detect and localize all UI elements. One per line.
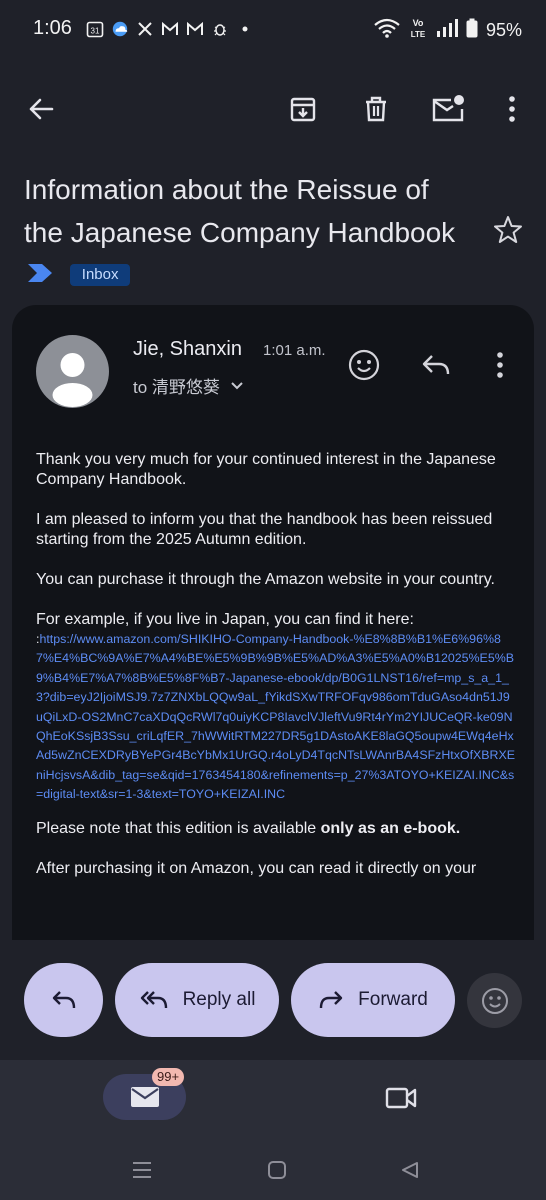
reply-icon <box>422 355 450 375</box>
forward-label: Forward <box>358 989 428 1010</box>
body-paragraph: I am pleased to inform you that the hand… <box>36 511 493 548</box>
forward-icon <box>319 991 343 1009</box>
status-time: 1:06 <box>33 17 72 39</box>
message-card: Jie, Shanxin 1:01 a.m. to 清野悠葵 Thank you… <box>12 305 534 940</box>
home-icon <box>268 1161 286 1179</box>
mark-unread-button[interactable] <box>424 85 472 133</box>
nav-meet-tab[interactable] <box>378 1078 424 1118</box>
gmail-icon <box>161 20 179 38</box>
emoji-icon <box>348 349 380 381</box>
recipient-text: to 清野悠葵 <box>133 378 220 397</box>
reply-pill-button[interactable] <box>24 963 103 1037</box>
message-more-button[interactable] <box>476 341 524 389</box>
archive-icon <box>290 97 316 122</box>
bottom-navigation: 99+ <box>0 1060 546 1140</box>
more-vert-icon <box>497 352 503 378</box>
star-icon <box>494 216 522 243</box>
calendar-icon: 31 <box>86 20 104 38</box>
body-paragraph: Please note that this edition is availab… <box>36 819 516 839</box>
body-paragraph: You can purchase it through the Amazon w… <box>36 571 495 588</box>
ebook-note-text: Please note that this edition is availab… <box>36 819 321 837</box>
sender-name[interactable]: Jie, Shanxin <box>133 338 242 361</box>
reply-actions: Reply all Forward <box>0 963 546 1037</box>
emoji-icon <box>481 987 508 1014</box>
battery-icon <box>466 18 478 43</box>
arrow-back-icon <box>29 98 54 120</box>
mark-unread-icon <box>432 95 464 122</box>
reply-all-label: Reply all <box>182 989 256 1010</box>
volte-icon: Vo LTE <box>408 17 428 44</box>
more-options-button[interactable] <box>488 85 536 133</box>
system-status-icons: Vo LTE 95% <box>374 17 522 44</box>
react-emoji-button[interactable] <box>467 973 522 1028</box>
ebook-note-bold: only as an e-book. <box>320 819 461 837</box>
inbox-label-chip[interactable]: Inbox <box>69 263 131 286</box>
email-subject-block: Information about the Reissue of the Jap… <box>24 168 464 299</box>
calendar-day: 31 <box>91 27 100 36</box>
body-paragraph: After purchasing it on Amazon, you can r… <box>36 859 477 877</box>
amazon-link-line: :https://www.amazon.com/SHIKIHO-Company-… <box>36 630 516 805</box>
forward-button[interactable]: Forward <box>291 963 455 1037</box>
system-back-button[interactable] <box>394 1154 426 1186</box>
message-time: 1:01 a.m. <box>263 342 326 359</box>
body-paragraph: For example, if you live in Japan, you c… <box>36 611 414 628</box>
sender-avatar[interactable] <box>36 335 109 408</box>
unread-count-badge: 99+ <box>152 1068 185 1086</box>
email-toolbar <box>0 80 546 140</box>
recipient-toggle[interactable]: to 清野悠葵 <box>133 373 244 398</box>
reply-all-button[interactable]: Reply all <box>115 963 279 1037</box>
battery-percent: 95% <box>485 20 522 40</box>
body-paragraph: Thank you very much for your continued i… <box>36 451 496 488</box>
home-button[interactable] <box>261 1154 293 1186</box>
bug-icon <box>211 20 229 38</box>
status-bar: 1:06 31 Vo LTE 95% <box>0 0 546 60</box>
signal-icon <box>436 18 458 43</box>
weather-icon <box>111 20 129 38</box>
video-camera-icon <box>385 1087 417 1109</box>
back-triangle-icon <box>402 1162 418 1178</box>
recent-apps-button[interactable] <box>126 1154 158 1186</box>
star-button[interactable] <box>484 206 532 254</box>
email-subject: Information about the Reissue of the Jap… <box>24 174 456 248</box>
system-navigation-bar <box>0 1140 546 1200</box>
delete-button[interactable] <box>352 85 400 133</box>
wifi-icon <box>374 18 400 43</box>
back-button[interactable] <box>17 85 65 133</box>
archive-button[interactable] <box>279 85 327 133</box>
mail-icon <box>130 1087 159 1107</box>
more-vert-icon <box>509 96 515 122</box>
gmail-icon <box>186 20 204 38</box>
reply-icon <box>52 991 75 1009</box>
trash-icon <box>366 96 386 122</box>
notification-icons: 31 <box>86 20 254 38</box>
reply-all-icon <box>140 991 167 1009</box>
more-notifications-dot-icon <box>236 20 254 38</box>
importance-marker-icon[interactable] <box>26 253 56 296</box>
recents-icon <box>133 1162 151 1178</box>
add-reaction-button[interactable] <box>340 341 388 389</box>
svg-text:LTE: LTE <box>411 30 426 39</box>
reply-button[interactable] <box>412 341 460 389</box>
svg-text:Vo: Vo <box>413 18 424 28</box>
message-body: Thank you very much for your continued i… <box>36 450 516 899</box>
amazon-link[interactable]: https://www.amazon.com/SHIKIHO-Company-H… <box>36 632 515 801</box>
email-view-screen: 1:06 31 Vo LTE 95% Information about the… <box>0 0 546 1200</box>
chevron-down-icon <box>231 381 243 389</box>
x-app-icon <box>136 20 154 38</box>
